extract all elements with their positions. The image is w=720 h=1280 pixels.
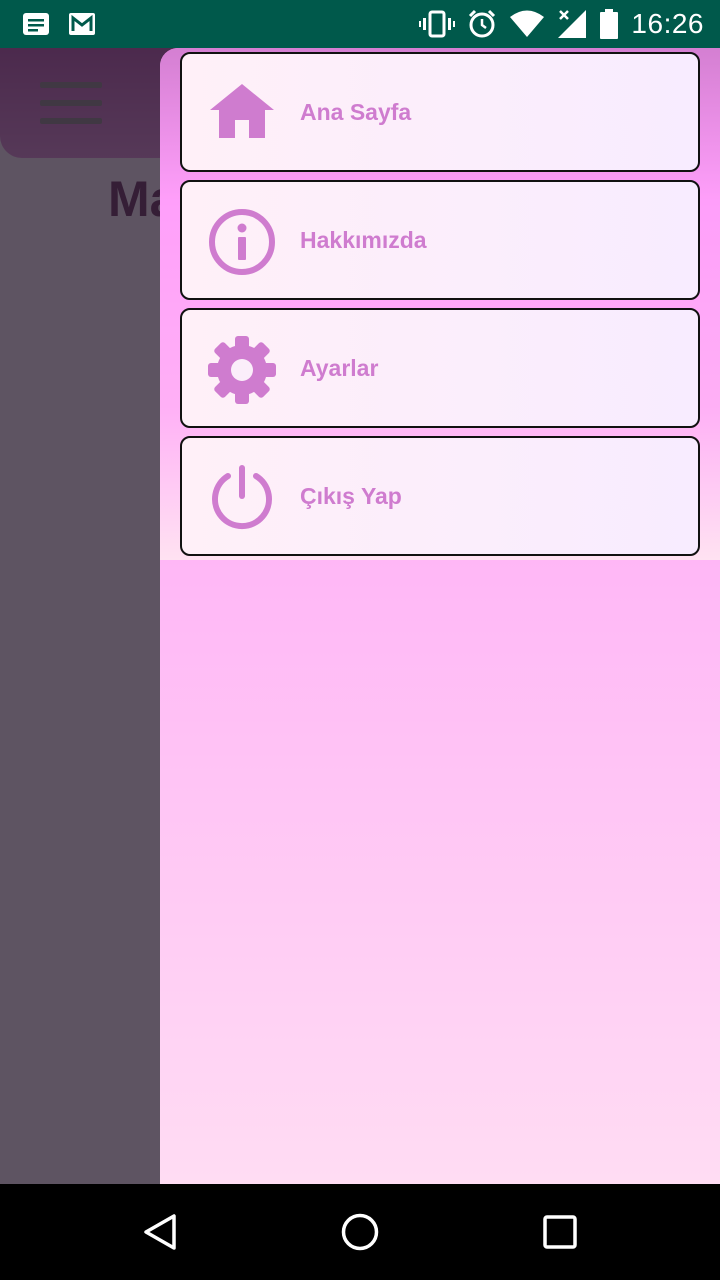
alarm-icon xyxy=(469,9,496,38)
gmail-icon xyxy=(69,13,95,35)
signal-icon xyxy=(558,10,587,38)
notes-icon xyxy=(23,13,49,35)
wifi-icon xyxy=(510,10,545,37)
drawer-item-label: Hakkımızda xyxy=(300,227,427,253)
gear-icon xyxy=(208,336,276,404)
drawer-item-label: Ayarlar xyxy=(300,355,379,381)
info-icon xyxy=(209,209,275,275)
status-bar: 16:26 xyxy=(0,0,720,48)
drawer-item-about[interactable]: Hakkımızda xyxy=(180,180,700,300)
drawer-item-label: Ana Sayfa xyxy=(300,99,412,125)
system-nav-bar xyxy=(0,1184,720,1280)
vibrate-icon xyxy=(419,10,456,38)
power-icon xyxy=(212,465,272,530)
drawer-item-logout[interactable]: Çıkış Yap xyxy=(180,436,700,556)
clock: 16:26 xyxy=(631,8,704,39)
home-icon xyxy=(210,84,274,138)
navigation-drawer: Ana Sayfa Hakkımızda Ayarlar Çıkış Yap xyxy=(160,48,720,1184)
drawer-item-settings[interactable]: Ayarlar xyxy=(180,308,700,428)
recents-icon[interactable] xyxy=(538,1210,582,1254)
back-icon[interactable] xyxy=(138,1210,182,1254)
home-circle-icon[interactable] xyxy=(338,1210,382,1254)
battery-icon xyxy=(600,9,619,39)
drawer-item-home[interactable]: Ana Sayfa xyxy=(180,52,700,172)
drawer-item-label: Çıkış Yap xyxy=(300,483,402,509)
